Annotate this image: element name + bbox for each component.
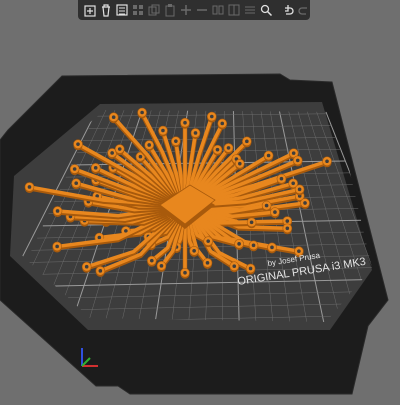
pad-hole — [264, 203, 269, 208]
pad-hole — [93, 166, 98, 170]
pad-hole — [266, 153, 271, 158]
remove-instance-button — [195, 2, 209, 18]
pad-hole — [174, 139, 178, 143]
pad-hole — [149, 258, 154, 263]
pad-hole — [297, 187, 302, 192]
add-instance-button — [179, 2, 193, 18]
pad-hole — [140, 110, 144, 115]
pad-hole — [273, 210, 277, 214]
y-axis — [81, 357, 91, 367]
pad-hole — [55, 209, 60, 213]
pad-hole — [74, 181, 78, 186]
pad-hole — [205, 261, 210, 265]
pad-hole — [215, 147, 220, 152]
pad-hole — [159, 264, 164, 268]
print-bed-scene[interactable]: ORIGINAL PRUSA i3 MK3 by Josef Prusa — [0, 0, 400, 400]
pad-hole — [98, 269, 103, 273]
pad-hole — [111, 115, 116, 120]
add-button[interactable] — [83, 2, 97, 18]
pad-hole — [193, 131, 198, 135]
pad-hole — [245, 139, 249, 144]
pad-hole — [249, 220, 254, 225]
delete-button[interactable] — [99, 2, 113, 18]
pad-hole — [226, 146, 231, 150]
redo-button — [297, 2, 311, 18]
pad-hole — [183, 270, 187, 275]
add-instance-icon — [181, 5, 191, 15]
pad-hole — [297, 249, 301, 253]
remove-instance-icon — [197, 9, 207, 11]
pad-hole — [117, 147, 122, 151]
pad-hole — [248, 266, 253, 271]
pad-hole — [76, 142, 80, 146]
pad-hole — [279, 176, 284, 181]
add-icon — [84, 5, 96, 17]
search-icon — [260, 4, 273, 17]
top-toolbar — [78, 0, 310, 20]
pad-hole — [161, 128, 165, 133]
pad-hole — [291, 151, 296, 155]
layers-editing-icon — [245, 6, 255, 14]
pad-hole — [206, 239, 211, 243]
pad-hole — [285, 219, 290, 223]
pad-hole — [27, 185, 32, 189]
pad-hole — [295, 158, 300, 163]
pad-hole — [237, 242, 241, 246]
paste-icon — [165, 4, 175, 17]
delete-all-icon — [116, 4, 128, 16]
pad-hole — [251, 243, 256, 248]
pad-hole — [183, 120, 187, 125]
delete-all-button[interactable] — [115, 2, 129, 18]
pad-hole — [97, 235, 102, 240]
pad-hole — [84, 264, 89, 269]
pad-hole — [192, 248, 196, 253]
split-parts-icon — [228, 4, 240, 16]
arrange-button — [131, 2, 145, 18]
pad-hole — [72, 167, 77, 171]
axes-gizmo — [76, 346, 100, 370]
pad-hole — [285, 226, 290, 231]
pad-hole — [303, 201, 307, 205]
pad-hole — [220, 121, 225, 126]
delete-icon — [102, 4, 110, 17]
layers-editing-button — [243, 2, 257, 18]
pad-hole — [325, 159, 329, 164]
split-objects-icon — [212, 5, 224, 15]
undo-button[interactable] — [281, 2, 295, 18]
3d-viewport[interactable]: ORIGINAL PRUSA i3 MK3 by Josef Prusa — [0, 0, 400, 400]
pad-hole — [209, 114, 214, 119]
search-button[interactable] — [259, 2, 273, 18]
pad-hole — [138, 154, 143, 159]
copy-button — [147, 2, 161, 18]
pad-hole — [110, 151, 114, 155]
split-parts-button — [227, 2, 241, 18]
split-objects-button — [211, 2, 225, 18]
pad-hole — [270, 245, 274, 250]
pad-hole — [232, 264, 237, 269]
paste-button — [163, 2, 177, 18]
pad-hole — [291, 181, 295, 186]
pad-hole — [55, 244, 59, 249]
redo-icon — [298, 7, 307, 15]
pad-hole — [238, 161, 242, 166]
arrange-icon — [133, 5, 143, 15]
undo-icon — [285, 5, 294, 15]
pad-hole — [147, 143, 152, 147]
copy-icon — [148, 4, 160, 16]
